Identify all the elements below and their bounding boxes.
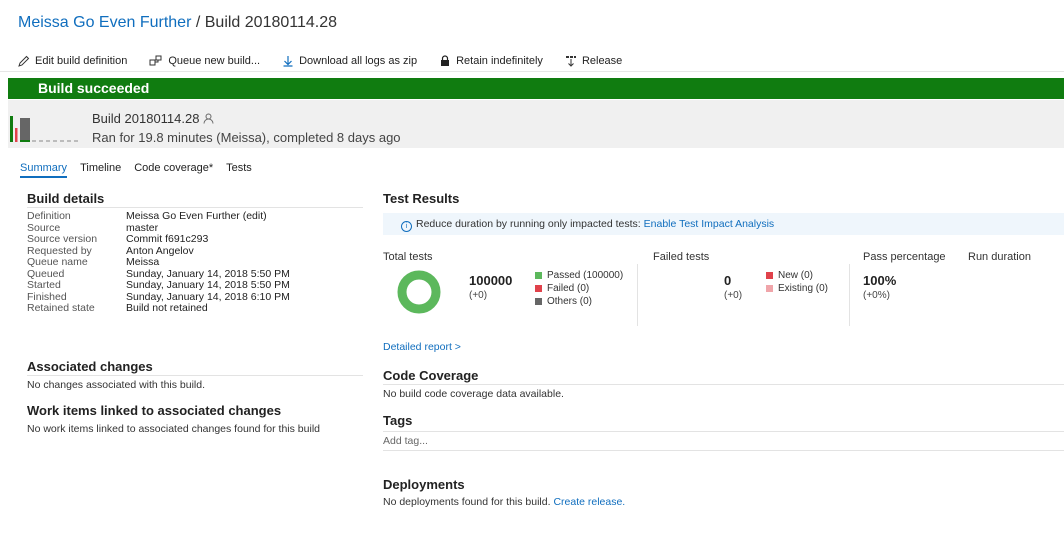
legend-passed: Passed (100000) xyxy=(535,270,623,281)
download-logs-label: Download all logs as zip xyxy=(299,54,418,67)
associated-changes-text: No changes associated with this build. xyxy=(27,379,206,391)
pencil-icon xyxy=(18,55,30,67)
tab-code-coverage[interactable]: Code coverage* xyxy=(134,162,213,178)
queue-new-build-button[interactable]: Queue new build... xyxy=(149,55,260,67)
release-label: Release xyxy=(581,54,623,67)
release-icon xyxy=(565,55,576,67)
donut-passed-arc xyxy=(397,270,441,314)
run-duration-label: Run duration xyxy=(968,251,1031,263)
deployments-text: No deployments found for this build. Cre… xyxy=(383,496,626,508)
breadcrumb-project-link[interactable]: Meissa Go Even Further xyxy=(18,14,191,31)
breadcrumb-separator: / xyxy=(191,14,205,31)
failed-tests-delta: (+0) xyxy=(724,290,743,301)
detailed-report-link[interactable]: Detailed report > xyxy=(383,341,461,353)
breadcrumb: Meissa Go Even Further / Build 20180114.… xyxy=(18,14,337,32)
download-icon xyxy=(283,55,293,67)
detail-row-definition: Definition Meissa Go Even Further (edit) xyxy=(27,210,267,223)
queue-link[interactable]: Meissa xyxy=(126,256,159,269)
tab-timeline[interactable]: Timeline xyxy=(80,162,121,178)
enable-tia-link[interactable]: Enable Test Impact Analysis xyxy=(644,218,775,230)
test-results-donut xyxy=(397,270,441,314)
pass-percentage-label: Pass percentage xyxy=(863,251,946,263)
associated-changes-heading: Associated changes xyxy=(27,359,363,376)
build-history-chart-icon xyxy=(10,116,78,142)
lock-icon xyxy=(441,54,450,66)
code-coverage-section: Code Coverage No build code coverage dat… xyxy=(383,368,1064,400)
legend-failed: Failed (0) xyxy=(535,283,623,294)
total-tests-count: 100000 xyxy=(469,273,513,288)
tab-bar: Summary Timeline Code coverage* Tests xyxy=(20,162,265,178)
retain-indefinitely-button[interactable]: Retain indefinitely xyxy=(439,55,543,67)
total-tests-label: Total tests xyxy=(383,251,433,263)
breadcrumb-build: Build 20180114.28 xyxy=(204,14,338,31)
failed-swatch xyxy=(535,285,542,292)
queue-new-build-label: Queue new build... xyxy=(168,54,261,67)
release-button[interactable]: Release xyxy=(565,55,622,67)
deployments-heading: Deployments xyxy=(383,477,465,492)
test-impact-info-text: Reduce duration by running only impacted… xyxy=(416,218,641,230)
work-items-heading: Work items linked to associated changes xyxy=(27,403,282,418)
commit-link[interactable]: Commit f691c293 xyxy=(126,233,208,246)
add-tag-row: Add tag... xyxy=(383,431,1064,451)
code-coverage-text: No build code coverage data available. xyxy=(383,388,564,400)
definition-link[interactable]: Meissa Go Even Further (edit) xyxy=(126,210,267,223)
tab-summary[interactable]: Summary xyxy=(20,162,68,178)
tags-heading: Tags xyxy=(383,413,413,428)
work-items-text: No work items linked to associated chang… xyxy=(27,423,320,435)
pass-percentage-delta: (+0%) xyxy=(863,290,890,301)
build-details-heading: Build details xyxy=(27,191,363,208)
detail-row-source-version: Source version Commit f691c293 xyxy=(27,233,209,246)
retain-indefinitely-label: Retain indefinitely xyxy=(456,54,543,67)
toolbar: Edit build definition Queue new build...… xyxy=(0,50,1064,72)
test-impact-info-bar: i Reduce duration by running only impacte… xyxy=(383,213,1064,235)
build-details-section: Build details Definition Meissa Go Even F… xyxy=(27,191,363,315)
build-run-summary: Ran for 19.8 minutes (Meissa), completed… xyxy=(92,130,401,145)
test-results-heading: Test Results xyxy=(383,191,460,206)
tags-section: Tags Add tag... xyxy=(383,413,1064,451)
pass-percentage-value: 100% xyxy=(863,273,897,288)
test-results-section: Test Results i Reduce duration by running… xyxy=(383,191,1064,235)
existing-swatch xyxy=(766,285,773,292)
queue-build-icon xyxy=(149,55,162,65)
info-icon: i xyxy=(401,221,412,232)
others-swatch xyxy=(535,298,542,305)
build-name: Build 20180114.28 xyxy=(92,111,214,126)
associated-changes-section: Associated changes No changes associated… xyxy=(27,359,363,391)
column-divider xyxy=(849,264,850,326)
detail-row-started: Started Sunday, January 14, 2018 5:50 PM xyxy=(27,279,290,291)
add-tag-button[interactable]: Add tag... xyxy=(383,435,428,447)
code-coverage-heading: Code Coverage xyxy=(383,368,1064,385)
failed-tests-count: 0 xyxy=(724,273,732,288)
legend-existing: Existing (0) xyxy=(766,283,828,294)
deployments-section: Deployments No deployments found for thi… xyxy=(383,477,1064,508)
failed-tests-label: Failed tests xyxy=(653,251,710,263)
tab-tests[interactable]: Tests xyxy=(226,162,252,178)
column-divider xyxy=(637,264,638,326)
person-icon xyxy=(203,113,214,124)
edit-build-definition-label: Edit build definition xyxy=(35,54,128,67)
download-logs-button[interactable]: Download all logs as zip xyxy=(282,55,417,67)
legend-new: New (0) xyxy=(766,270,828,281)
work-items-section: Work items linked to associated changes … xyxy=(27,403,363,435)
build-status-banner: Build succeeded xyxy=(8,78,1064,99)
passed-swatch xyxy=(535,272,542,279)
failed-tests-legend: New (0) Existing (0) xyxy=(766,270,828,294)
detail-row-queue-name: Queue name Meissa xyxy=(27,256,160,269)
new-swatch xyxy=(766,272,773,279)
detail-row-retained-state: Retained state Build not retained xyxy=(27,302,208,314)
edit-build-definition-button[interactable]: Edit build definition xyxy=(18,55,127,67)
total-tests-delta: (+0) xyxy=(469,290,488,301)
build-info-panel: Build 20180114.28 Ran for 19.8 minutes (… xyxy=(8,100,1064,148)
total-tests-legend: Passed (100000) Failed (0) Others (0) xyxy=(535,270,623,307)
legend-others: Others (0) xyxy=(535,296,623,307)
create-release-link[interactable]: Create release. xyxy=(553,496,625,508)
